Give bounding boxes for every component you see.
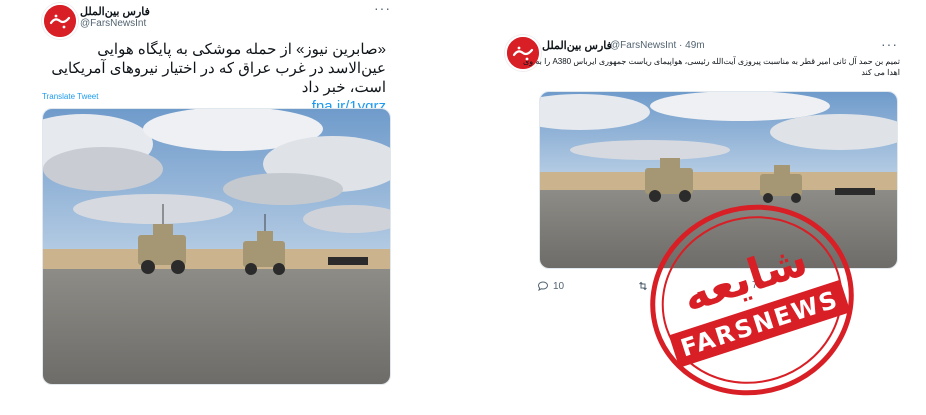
tweet-text: «صابرین نیوز» از حمله موشکی به پایگاه هو…	[40, 40, 386, 116]
tweet-text-content: «صابرین نیوز» از حمله موشکی به پایگاه هو…	[51, 41, 386, 96]
user-handle[interactable]: @FarsNewsInt	[80, 18, 146, 29]
display-name[interactable]: فارس بین‌الملل	[542, 39, 612, 52]
reply-count: 10	[553, 280, 565, 292]
tweet-card-left: فارس بین‌الملل @FarsNewsInt ··· «صابرین …	[0, 0, 400, 411]
military-vehicles-photo	[43, 109, 390, 384]
rumor-stamp: شایعه FARSNEWS	[632, 190, 872, 410]
user-handle[interactable]: @FarsNewsInt · 49m	[610, 40, 705, 51]
more-dots-icon[interactable]: ···	[374, 0, 391, 16]
reply-button[interactable]: 10	[537, 280, 564, 292]
fars-logo-icon	[44, 5, 76, 37]
translate-tweet-link[interactable]: Translate Tweet	[42, 92, 98, 101]
tweet-photo[interactable]	[42, 108, 391, 385]
rumor-stamp-graphic: شایعه FARSNEWS	[650, 204, 854, 396]
more-dots-icon[interactable]: ···	[881, 36, 898, 52]
avatar[interactable]	[42, 3, 78, 39]
tweet-text: تمیم بن حمد آل ثانی امیر قطر به مناسبت پ…	[523, 57, 900, 77]
display-name[interactable]: فارس بین‌الملل	[80, 5, 150, 18]
reply-icon	[537, 281, 549, 292]
